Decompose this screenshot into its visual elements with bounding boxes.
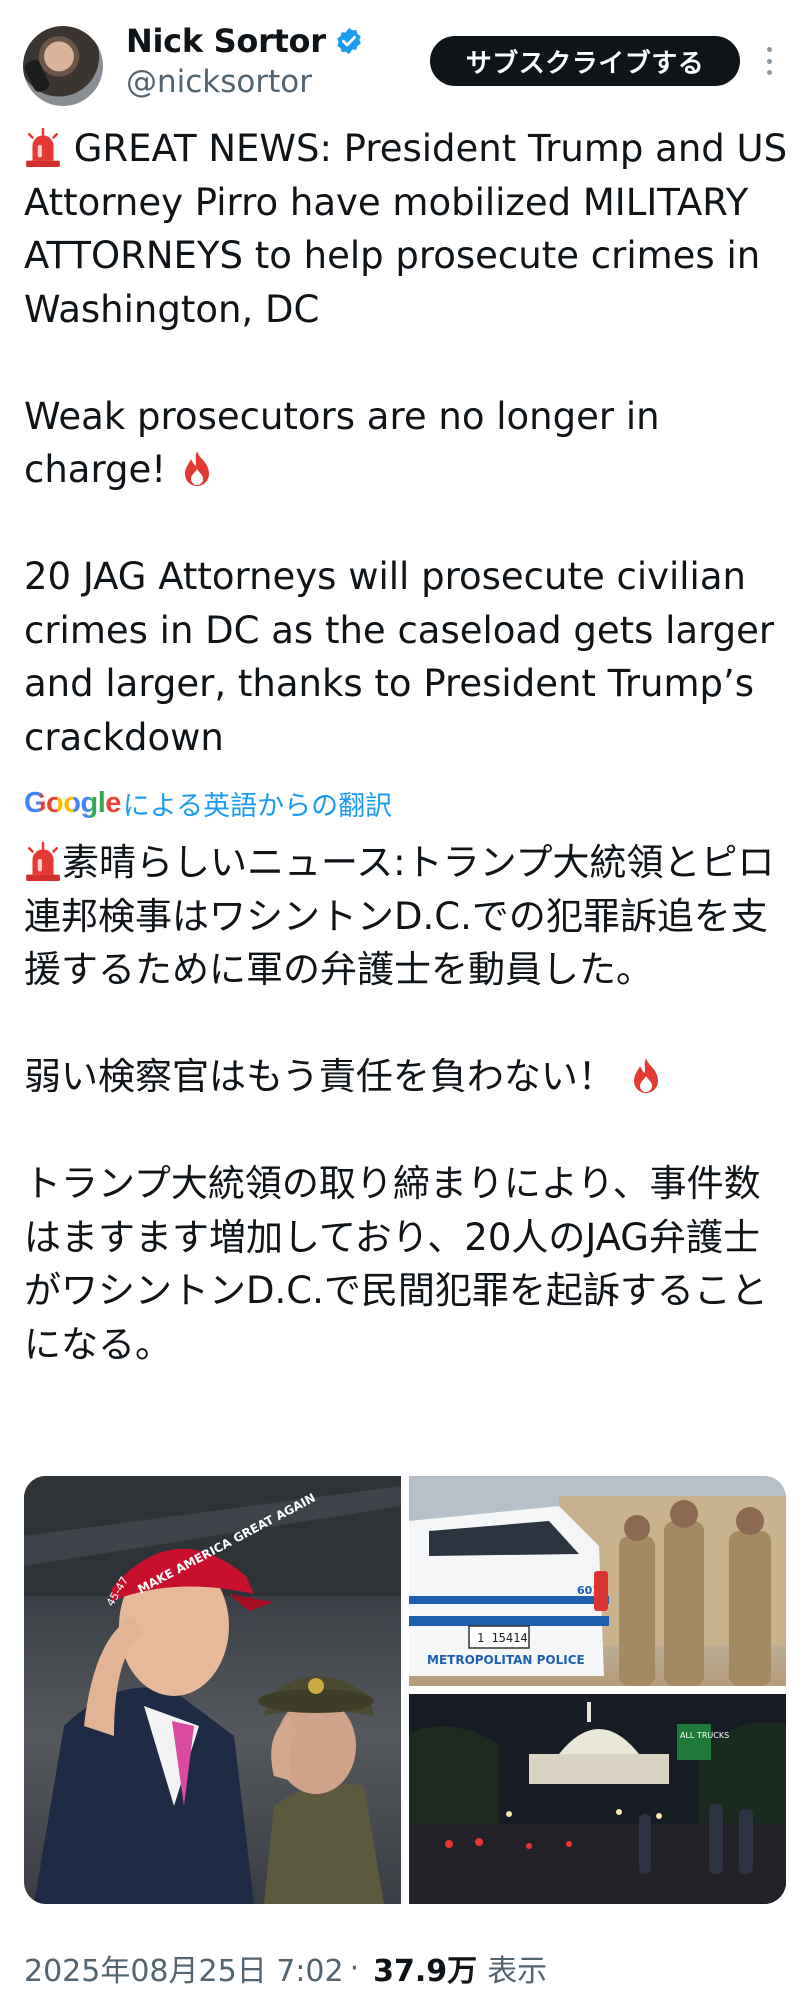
view-count[interactable]: 37.9万 — [373, 1946, 477, 1990]
tweet-paragraph: トランプ大統領の取り締まりにより、事件数はますます増加しており、20人のJAG弁… — [24, 1162, 768, 1366]
siren-icon — [26, 128, 60, 167]
google-logo: Google — [24, 787, 121, 819]
tweet-paragraph: 20 JAG Attorneys will prosecute civilian… — [24, 555, 775, 759]
tweet-paragraph: 素晴らしいニュース:トランプ大統領とピロ連邦検事はワシントンD.C.での犯罪訴追… — [24, 841, 775, 991]
photo-police-car[interactable]: 1 15414 METROPOLITAN POLICE 601 — [409, 1476, 786, 1686]
timestamp[interactable]: 2025年08月25日 7:02 — [24, 1946, 344, 1990]
display-name[interactable]: Nick Sortor — [126, 22, 326, 60]
tweet-paragraph: 弱い検察官はもう責任を負わない！ — [24, 1050, 794, 1104]
more-icon[interactable] — [758, 44, 780, 78]
car-plate: 1 15414 — [477, 1631, 528, 1645]
verified-icon — [336, 27, 361, 55]
translation-note[interactable]: Google による英語からの翻訳 — [24, 784, 392, 823]
photo-capitol-night[interactable]: ALL TRUCKS — [409, 1694, 786, 1904]
tweet-paragraph: Weak prosecutors are no longer in charge… — [24, 394, 660, 492]
author-name-row[interactable]: Nick Sortor — [126, 22, 364, 60]
tweet-paragraph: GREAT NEWS: President Trump and US Attor… — [24, 127, 788, 331]
fire-icon — [184, 451, 209, 486]
tweet-text-translated: 素晴らしいニュース:トランプ大統領とピロ連邦検事はワシントンD.C.での犯罪訴追… — [24, 836, 794, 1371]
tweet-text-original: GREAT NEWS: President Trump and US Attor… — [24, 122, 794, 764]
siren-icon — [26, 842, 60, 881]
photo-capitol-night-image: ALL TRUCKS — [409, 1694, 786, 1904]
street-sign: ALL TRUCKS — [680, 1731, 729, 1740]
fire-icon — [633, 1058, 658, 1093]
view-label: 表示 — [487, 1954, 548, 1989]
handle[interactable]: @nicksortor — [126, 64, 312, 100]
photo-salute[interactable]: MAKE AMERICA GREAT AGAIN 45-47 — [24, 1476, 401, 1904]
photo-police-car-image: 1 15414 METROPOLITAN POLICE 601 — [409, 1476, 786, 1686]
avatar[interactable] — [23, 26, 103, 106]
translation-label: による英語からの翻訳 — [122, 791, 393, 822]
tweet-header: Nick Sortor @nicksortor サブスクライブする — [0, 0, 810, 120]
media-grid: MAKE AMERICA GREAT AGAIN 45-47 1 15414 M… — [24, 1476, 786, 1904]
tweet-footer: 2025年08月25日 7:02 · 37.9万 表示 — [24, 1946, 547, 1990]
photo-salute-image: MAKE AMERICA GREAT AGAIN 45-47 — [24, 1476, 401, 1904]
car-text: METROPOLITAN POLICE — [427, 1653, 585, 1667]
separator: · — [349, 1950, 360, 1986]
subscribe-button[interactable]: サブスクライブする — [430, 36, 740, 86]
